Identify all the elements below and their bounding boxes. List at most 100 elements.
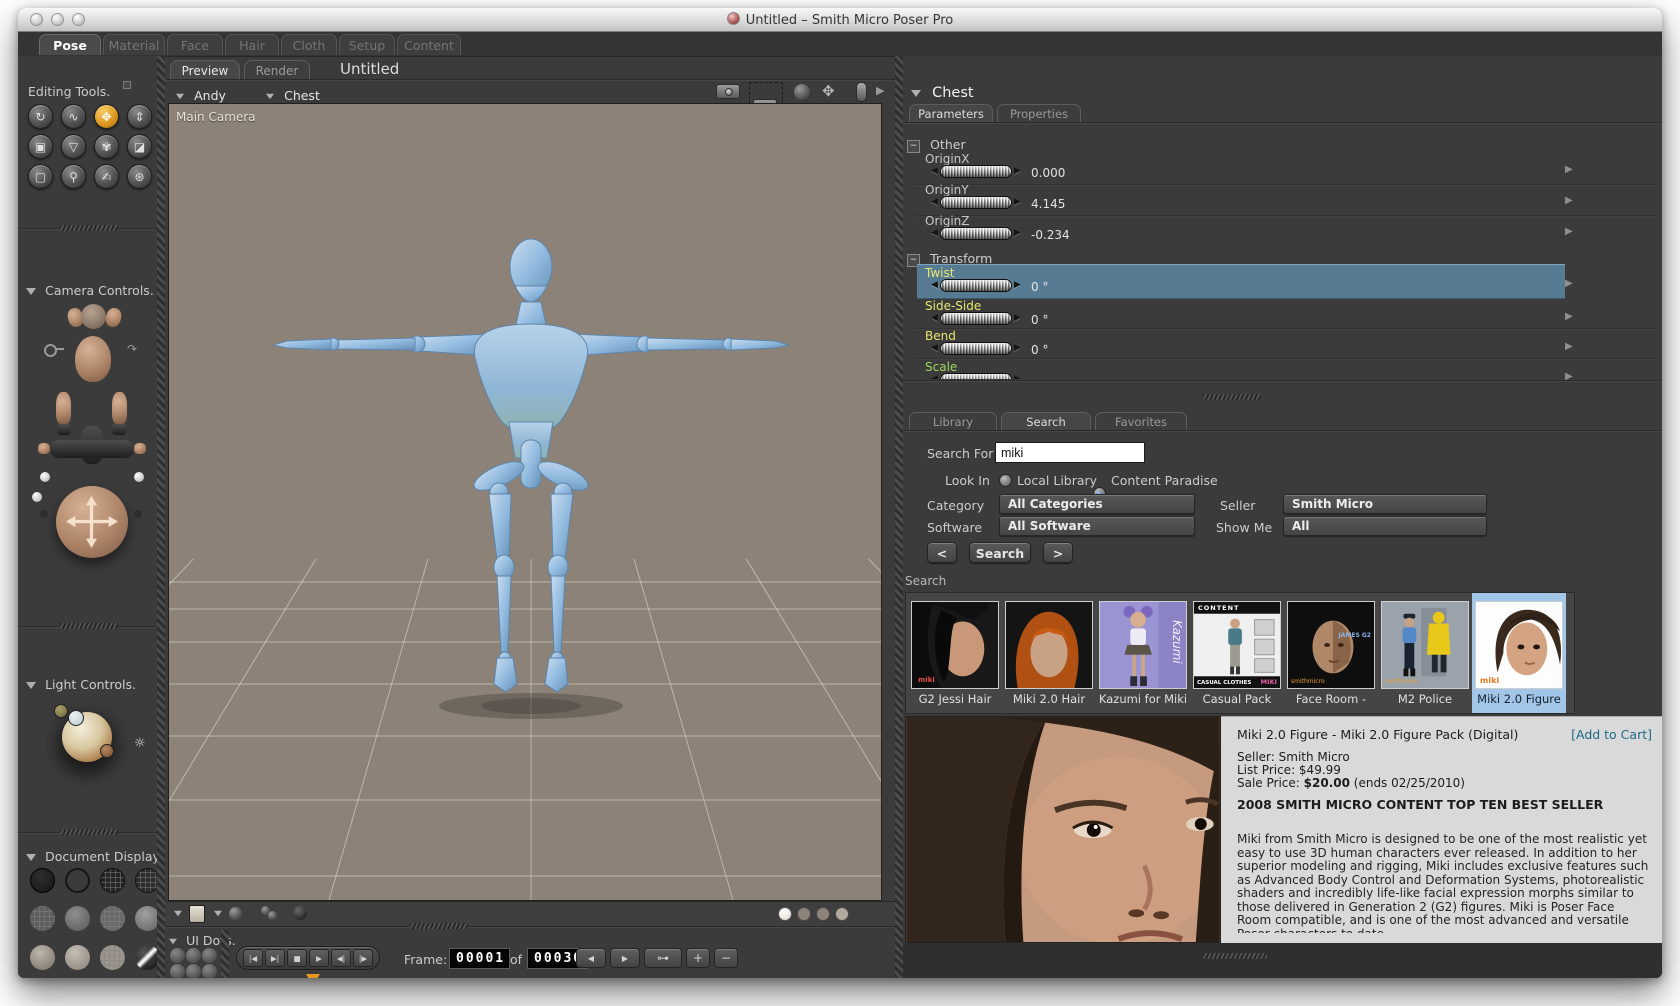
camera-controls-cluster[interactable]: ↷ xyxy=(26,304,158,594)
delete-keyframe-button[interactable]: − xyxy=(714,948,738,968)
tool-rotate[interactable]: ↻ xyxy=(28,104,53,129)
next-page-button[interactable]: > xyxy=(1043,542,1073,563)
tool-direct-manipulation[interactable]: ⊛ xyxy=(127,164,152,189)
add-keyframe-button[interactable]: + xyxy=(686,948,710,968)
param-value[interactable]: -0.234 xyxy=(1031,228,1070,242)
background-color-chip[interactable] xyxy=(189,905,205,923)
timeline-marker[interactable] xyxy=(306,974,320,978)
tab-search[interactable]: Search xyxy=(1001,412,1091,430)
result-kazumi-for-miki[interactable]: Kazumi Kazumi for Miki xyxy=(1096,593,1190,713)
horizontal-scroll-grip[interactable] xyxy=(1203,953,1267,959)
parameters-header[interactable]: Chest xyxy=(911,82,974,101)
body-part-menu[interactable]: Chest xyxy=(265,85,320,104)
seller-dropdown[interactable]: Smith Micro xyxy=(1283,494,1487,514)
camera-view-icon[interactable] xyxy=(716,84,740,99)
move-cross-icon[interactable]: ✥ xyxy=(822,82,835,100)
tab-favorites[interactable]: Favorites xyxy=(1095,412,1187,430)
tool-scale[interactable]: ▣ xyxy=(28,134,53,159)
display-outline-icon[interactable] xyxy=(65,868,90,893)
param-value[interactable]: 0.000 xyxy=(1031,166,1065,180)
dial-twist[interactable]: ◀ ▶ xyxy=(931,279,1021,292)
tool-morphing[interactable]: ✾ xyxy=(94,134,119,159)
display-silhouette-icon[interactable] xyxy=(30,868,55,893)
tracking-mini-2[interactable] xyxy=(268,911,277,920)
tool-twist[interactable]: ∿ xyxy=(61,104,86,129)
display-dot-light[interactable] xyxy=(835,907,849,921)
right-hand-camera-icon[interactable] xyxy=(112,392,127,424)
rotate-camera-icon[interactable]: ↷ xyxy=(127,342,137,356)
local-library-label[interactable]: Local Library xyxy=(1017,473,1097,488)
param-menu-arrow[interactable]: ▶ xyxy=(1565,226,1573,237)
tab-render[interactable]: Render xyxy=(244,60,310,80)
ui-dot[interactable] xyxy=(202,964,217,978)
param-menu-arrow[interactable]: ▶ xyxy=(1565,195,1573,206)
prev-keyframe-button[interactable]: ◀ xyxy=(576,948,606,968)
step-forward-button[interactable]: |▶ xyxy=(353,949,373,967)
display-flat-shaded-icon[interactable] xyxy=(65,906,90,931)
tool-view-magnifier[interactable]: ⚲ xyxy=(61,164,86,189)
search-input[interactable] xyxy=(995,442,1145,463)
software-dropdown[interactable]: All Software xyxy=(999,516,1195,536)
display-smooth-lined-icon[interactable] xyxy=(65,945,90,970)
panel-resize-grip[interactable] xyxy=(410,923,468,929)
tracking-full-icon[interactable] xyxy=(293,906,307,920)
tab-library[interactable]: Library xyxy=(909,412,997,430)
tracking-ball-icon[interactable] xyxy=(229,907,242,920)
display-lit-wireframe-icon[interactable] xyxy=(30,906,55,931)
dial-originx[interactable]: ◀ ▶ xyxy=(931,165,1021,178)
camera-hand-right-icon[interactable] xyxy=(103,306,124,329)
tool-grouping[interactable]: ✍ xyxy=(94,164,119,189)
param-value[interactable]: 0 ° xyxy=(1031,343,1048,357)
panel-resize-grip[interactable] xyxy=(60,829,118,835)
tab-face[interactable]: Face xyxy=(167,34,223,55)
viewport-3d[interactable]: Main Camera xyxy=(168,103,882,901)
dial-side-side[interactable]: ◀ ▶ xyxy=(931,312,1021,325)
light-indicator-2[interactable] xyxy=(68,710,84,726)
result-miki-2-figure[interactable]: miki Miki 2.0 Figure xyxy=(1472,593,1566,713)
ui-dot[interactable] xyxy=(202,948,217,963)
tab-preview[interactable]: Preview xyxy=(170,60,240,80)
tool-color[interactable]: ◪ xyxy=(127,134,152,159)
group-other[interactable]: − Other xyxy=(907,134,966,153)
param-menu-arrow[interactable]: ▶ xyxy=(1565,311,1573,322)
tab-content[interactable]: Content xyxy=(397,34,461,55)
add-to-cart-link[interactable]: [Add to Cart] xyxy=(1571,727,1652,742)
ui-dot[interactable] xyxy=(186,964,201,978)
ui-dots-grid[interactable] xyxy=(170,948,218,978)
shadow-menu[interactable] xyxy=(214,910,222,917)
sidebar-drag-strip[interactable] xyxy=(157,56,165,978)
key-button[interactable]: ⊶ xyxy=(644,948,682,968)
last-frame-button[interactable]: ▶| xyxy=(265,949,285,967)
camera-dot-4[interactable] xyxy=(40,510,48,518)
document-display-header[interactable]: Document Display xyxy=(26,846,160,865)
current-frame-counter[interactable]: 00001 xyxy=(450,949,510,968)
result-g2-jessi-hair[interactable]: miki G2 Jessi Hair xyxy=(908,593,1002,713)
face-camera-icon[interactable] xyxy=(75,336,111,382)
camera-dot-2[interactable] xyxy=(32,492,42,502)
category-dropdown[interactable]: All Categories xyxy=(999,494,1195,514)
point-hand-left-icon[interactable] xyxy=(38,443,50,454)
stop-button[interactable]: ■ xyxy=(287,949,307,967)
tab-parameters[interactable]: Parameters xyxy=(909,104,993,122)
camera-dot-5[interactable] xyxy=(134,510,142,518)
first-frame-button[interactable]: |◀ xyxy=(243,949,263,967)
ui-dot[interactable] xyxy=(170,948,185,963)
tab-properties[interactable]: Properties xyxy=(997,104,1081,122)
param-value[interactable]: 0 ° xyxy=(1031,280,1048,294)
content-paradise-label[interactable]: Content Paradise xyxy=(1111,473,1218,488)
point-hand-right-icon[interactable] xyxy=(134,443,146,454)
light-indicator-1[interactable] xyxy=(54,704,68,718)
result-m2-police[interactable]: smithmicro M2 Police xyxy=(1378,593,1472,713)
tool-translate-in-out[interactable]: ⇕ xyxy=(127,104,152,129)
display-flat-lined-icon[interactable] xyxy=(100,906,125,931)
panel-expand-arrow[interactable]: ▶ xyxy=(876,84,884,97)
panel-corner-widget[interactable] xyxy=(123,81,131,89)
next-keyframe-button[interactable]: ▶ xyxy=(610,948,640,968)
dial-bend[interactable]: ◀ ▶ xyxy=(931,342,1021,355)
dial-originz[interactable]: ◀ ▶ xyxy=(931,227,1021,240)
step-back-button[interactable]: ◀| xyxy=(331,949,351,967)
camera-dot-1[interactable] xyxy=(40,472,50,482)
panel-resize-grip[interactable] xyxy=(1203,394,1261,400)
depth-cue-menu[interactable] xyxy=(174,910,182,917)
panel-resize-grip[interactable] xyxy=(60,225,118,231)
